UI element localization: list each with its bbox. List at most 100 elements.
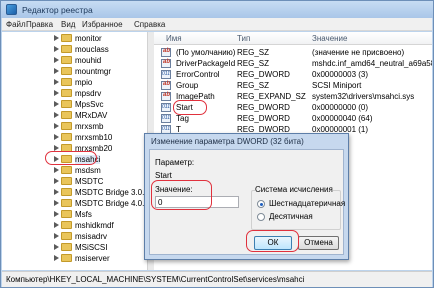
folder-icon — [61, 122, 72, 130]
value-row[interactable]: DriverPackageIdREG_SZ mshdc.inf_amd64_neu… — [154, 58, 432, 69]
expand-arrow-icon[interactable] — [54, 68, 60, 74]
tree-item-label: MSiSCSI — [75, 243, 108, 252]
expand-arrow-icon[interactable] — [54, 101, 60, 107]
menu-view[interactable]: Вид — [61, 20, 75, 29]
radix-hex-radio[interactable] — [257, 200, 265, 208]
string-value-icon — [161, 92, 171, 101]
folder-icon — [61, 221, 72, 229]
window-title: Редактор реестра — [22, 5, 93, 15]
tree-item-label: monitor — [75, 34, 102, 43]
highlight-circle-start — [173, 100, 207, 115]
tree-item-label: mouhid — [75, 56, 102, 65]
dword-value-icon — [161, 70, 171, 79]
value-data: system32\drivers\msahci.sys — [312, 92, 415, 101]
string-value-icon — [161, 48, 171, 57]
folder-icon — [61, 111, 72, 119]
tree-item-label: msiserver — [75, 254, 110, 263]
status-bar: Компьютер\HKEY_LOCAL_MACHINE\SYSTEM\Curr… — [2, 271, 432, 287]
dword-value-icon — [161, 103, 171, 112]
folder-icon — [61, 166, 72, 174]
expand-arrow-icon[interactable] — [54, 200, 60, 206]
value-data: 0x00000003 (3) — [312, 70, 369, 79]
folder-icon — [61, 210, 72, 218]
radix-dec-label[interactable]: Десятичная — [269, 212, 313, 221]
value-row[interactable]: (По умолчанию)REG_SZ (значение не присвое… — [154, 47, 432, 58]
dialog-title: Изменение параметра DWORD (32 бита) — [151, 137, 304, 146]
tree-item-label: Msfs — [75, 210, 92, 219]
folder-icon — [61, 89, 72, 97]
folder-icon — [61, 177, 72, 185]
highlight-circle-ok — [246, 230, 299, 252]
value-type: REG_DWORD — [237, 70, 290, 79]
folder-icon — [61, 232, 72, 240]
tree-item-label: mpio — [75, 78, 93, 87]
tree-item-label: mshidkmdf — [75, 221, 114, 230]
menu-file[interactable]: Файл — [6, 20, 26, 29]
radix-dec-radio[interactable] — [257, 213, 265, 221]
expand-arrow-icon[interactable] — [54, 79, 60, 85]
menu-bar: Файл Правка Вид Избранное Справка — [2, 18, 432, 31]
menu-help[interactable]: Справка — [134, 20, 165, 29]
value-data: 0x00000040 (64) — [312, 114, 373, 123]
folder-icon — [61, 254, 72, 262]
expand-arrow-icon[interactable] — [54, 233, 60, 239]
folder-icon — [61, 243, 72, 251]
expand-arrow-icon[interactable] — [54, 222, 60, 228]
expand-arrow-icon[interactable] — [54, 244, 60, 250]
tree-item-label: MSDTC — [75, 177, 104, 186]
value-data: 0x00000000 (0) — [312, 103, 369, 112]
expand-arrow-icon[interactable] — [54, 57, 60, 63]
folder-icon — [61, 188, 72, 196]
title-bar[interactable]: Редактор реестра — [1, 1, 433, 18]
value-name: (По умолчанию) — [176, 48, 236, 57]
tree-item-label: MRxDAV — [75, 111, 108, 120]
folder-icon — [61, 67, 72, 75]
expand-arrow-icon[interactable] — [54, 211, 60, 217]
tree-item-label: MSDTC Bridge 4.0.0.0 — [75, 199, 154, 208]
tree-item-label: mrxsmb10 — [75, 133, 113, 142]
list-header: Имя Тип Значение — [154, 32, 432, 45]
value-name: Tag — [176, 114, 189, 123]
tree-item-label: msisadrv — [75, 232, 108, 241]
radix-hex-label[interactable]: Шестнадцатеричная — [269, 199, 345, 208]
string-value-icon — [161, 59, 171, 68]
expand-arrow-icon[interactable] — [54, 255, 60, 261]
string-value-icon — [161, 81, 171, 90]
expand-arrow-icon[interactable] — [54, 46, 60, 52]
column-value-header[interactable]: Значение — [312, 34, 347, 43]
value-row[interactable]: Group REG_SZ SCSI Miniport — [154, 80, 432, 91]
value-type: REG_SZ — [237, 48, 270, 57]
folder-icon — [61, 45, 72, 53]
menu-edit[interactable]: Правка — [26, 20, 53, 29]
cancel-button[interactable]: Отмена — [298, 236, 339, 250]
expand-arrow-icon[interactable] — [54, 112, 60, 118]
registry-editor-window: Редактор реестра Файл Правка Вид Избранн… — [0, 0, 434, 288]
tree-item-label: msdsm — [75, 166, 101, 175]
registry-path: Компьютер\HKEY_LOCAL_MACHINE\SYSTEM\Curr… — [6, 275, 305, 284]
expand-arrow-icon[interactable] — [54, 123, 60, 129]
tree-item-msiserver[interactable]: msiserver — [2, 252, 147, 265]
folder-icon — [61, 78, 72, 86]
folder-icon — [61, 133, 72, 141]
tree-item-label: mrxsmb — [75, 122, 104, 131]
value-data: SCSI Miniport — [312, 81, 362, 90]
expand-arrow-icon[interactable] — [54, 189, 60, 195]
folder-icon — [61, 199, 72, 207]
expand-arrow-icon[interactable] — [54, 134, 60, 140]
value-type: REG_SZ — [237, 81, 270, 90]
folder-icon — [61, 34, 72, 42]
column-type-header[interactable]: Тип — [237, 34, 250, 43]
param-label: Параметр: — [155, 158, 195, 167]
value-type: REG_SZ — [237, 59, 270, 68]
expand-arrow-icon[interactable] — [54, 178, 60, 184]
expand-arrow-icon[interactable] — [54, 35, 60, 41]
column-name-header[interactable]: Имя — [166, 34, 182, 43]
regedit-icon — [6, 4, 17, 15]
value-data: mshdc.inf_amd64_neutral_a69a58a4 — [312, 59, 432, 68]
expand-arrow-icon[interactable] — [54, 167, 60, 173]
param-value: Start — [155, 171, 172, 180]
value-row[interactable]: ErrorControl REG_DWORD 0x00000003 (3) — [154, 69, 432, 80]
expand-arrow-icon[interactable] — [54, 90, 60, 96]
menu-favorites[interactable]: Избранное — [82, 20, 123, 29]
value-data: (значение не присвоено) — [312, 48, 405, 57]
